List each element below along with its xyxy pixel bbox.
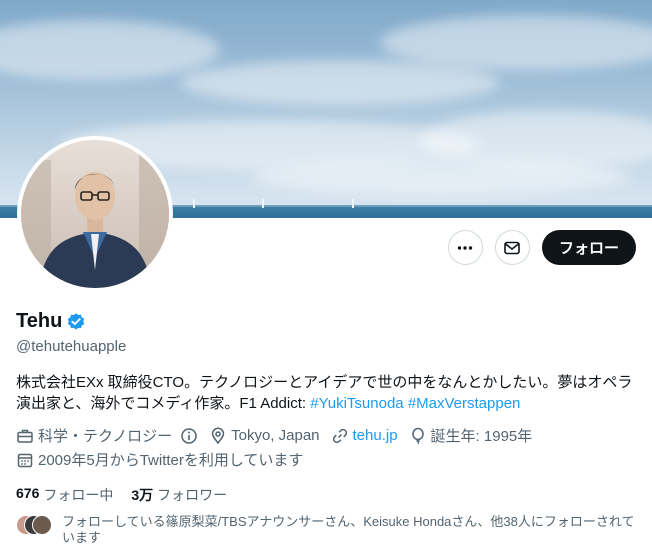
mail-icon bbox=[504, 241, 521, 254]
link-icon bbox=[332, 428, 347, 443]
website-link[interactable]: tehu.jp bbox=[353, 427, 398, 444]
user-handle: @tehutehuapple bbox=[16, 338, 127, 355]
category-item: 科学・テクノロジー bbox=[16, 425, 198, 446]
following-count-link[interactable]: 676 フォロー中 bbox=[16, 485, 113, 505]
website-item: tehu.jp bbox=[331, 427, 398, 445]
profile-meta: 科学・テクノロジー Tokyo, Japan tehu.jp 誕生年: 1995… bbox=[16, 425, 543, 446]
joined-text: 2009年5月からTwitterを利用しています bbox=[38, 452, 304, 469]
profile-bio: 株式会社EXx 取締役CTO。テクノロジーとアイデアで世の中をなんとかしたい。夢… bbox=[16, 372, 641, 414]
balloon-icon bbox=[411, 427, 424, 444]
location-text: Tokyo, Japan bbox=[231, 427, 320, 444]
location-item: Tokyo, Japan bbox=[209, 427, 320, 445]
profile-name-row: Tehu bbox=[16, 310, 86, 333]
calendar-icon bbox=[17, 453, 33, 467]
joined-item: 2009年5月からTwitterを利用しています bbox=[16, 449, 303, 470]
more-icon bbox=[458, 245, 473, 250]
follow-counts: 676 フォロー中 3万 フォロワー bbox=[16, 485, 245, 505]
location-pin-icon bbox=[211, 427, 225, 444]
follow-button[interactable]: フォロー bbox=[541, 230, 636, 265]
info-icon[interactable] bbox=[180, 427, 198, 445]
joined-row: 2009年5月からTwitterを利用しています bbox=[16, 449, 314, 470]
message-button[interactable] bbox=[494, 230, 530, 265]
briefcase-icon bbox=[17, 429, 33, 443]
birthday-text: 誕生年: 1995年 bbox=[430, 428, 533, 445]
following-label: フォロー中 bbox=[43, 487, 114, 503]
avatar bbox=[32, 515, 52, 535]
followers-count: 3万 bbox=[131, 487, 154, 503]
verified-badge-icon[interactable] bbox=[66, 312, 86, 332]
profile-actions: フォロー bbox=[447, 230, 636, 265]
more-button[interactable] bbox=[447, 230, 483, 265]
followers-count-link[interactable]: 3万 フォロワー bbox=[131, 485, 227, 505]
followers-label: フォロワー bbox=[157, 487, 228, 503]
followed-by-text: フォローしている篠原梨菜/TBSアナウンサーさん、Keisuke Hondaさん… bbox=[62, 514, 635, 545]
followers-you-know[interactable]: フォローしている篠原梨菜/TBSアナウンサーさん、Keisuke Hondaさん… bbox=[16, 514, 642, 546]
display-name: Tehu bbox=[16, 310, 63, 332]
avatar-photo bbox=[21, 140, 169, 288]
birthday-item: 誕生年: 1995年 bbox=[409, 425, 533, 446]
hashtag-link[interactable]: #MaxVerstappen bbox=[408, 395, 521, 412]
category-text: 科学・テクノロジー bbox=[38, 428, 173, 445]
hashtag-link[interactable]: #YukiTsunoda bbox=[310, 395, 403, 412]
mutual-avatars bbox=[16, 515, 56, 535]
following-count: 676 bbox=[16, 485, 40, 501]
profile-avatar[interactable] bbox=[17, 136, 173, 292]
